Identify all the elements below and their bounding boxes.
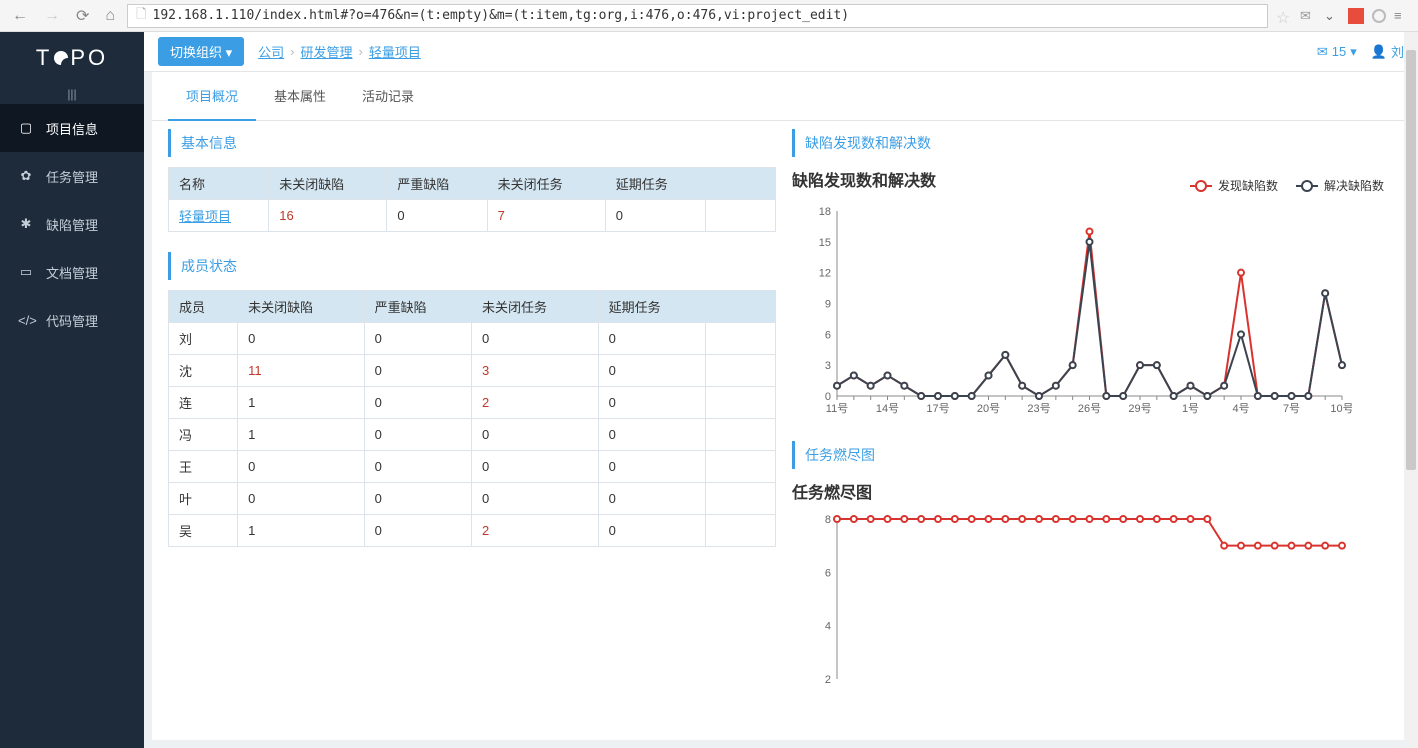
browser-menu-icon[interactable]: ≡ [1394, 8, 1410, 24]
svg-text:26号: 26号 [1078, 402, 1101, 415]
sidebar-item-label: 缺陷管理 [46, 215, 98, 234]
panel-title: 缺陷发现数和解决数 [792, 129, 1394, 157]
sidebar-item-project-info[interactable]: ▢ 项目信息 [0, 104, 144, 152]
back-button[interactable]: ← [8, 7, 32, 25]
burndown-panel: 任务燃尽图 任务燃尽图 2 4 6 8 [792, 441, 1394, 689]
tab-properties[interactable]: 基本属性 [256, 72, 344, 120]
caret-down-icon: ▾ [1350, 44, 1357, 60]
user-menu[interactable]: 👤 刘 [1371, 42, 1404, 61]
bookmark-icon[interactable]: ☆ [1276, 8, 1292, 24]
sidebar-item-docs[interactable]: ▭ 文档管理 [0, 248, 144, 296]
table-row: 叶0000 [169, 483, 776, 515]
sidebar-item-label: 代码管理 [46, 311, 98, 330]
folder-icon: ▭ [18, 264, 34, 280]
svg-text:17号: 17号 [926, 402, 949, 415]
breadcrumb-link[interactable]: 研发管理 [301, 42, 353, 61]
sidebar-item-label: 任务管理 [46, 167, 98, 186]
svg-text:0: 0 [825, 391, 831, 403]
table-row: 吴1020 [169, 515, 776, 547]
svg-text:7号: 7号 [1283, 402, 1300, 415]
svg-text:4号: 4号 [1232, 402, 1249, 415]
table-row: 沈11030 [169, 355, 776, 387]
mail-icon: ✉ [1317, 44, 1328, 60]
panel-title: 基本信息 [168, 129, 776, 157]
table-row: 冯1000 [169, 419, 776, 451]
sidebar-item-code[interactable]: </> 代码管理 [0, 296, 144, 344]
svg-text:1号: 1号 [1182, 402, 1199, 415]
code-icon: </> [18, 313, 34, 328]
svg-text:12: 12 [819, 268, 831, 280]
chart-title: 任务燃尽图 [792, 479, 1394, 503]
svg-text:11号: 11号 [826, 402, 848, 415]
scrollbar-thumb[interactable] [1406, 50, 1416, 470]
svg-text:18: 18 [819, 206, 831, 218]
home-button[interactable]: ⌂ [101, 7, 119, 25]
sidebar: TPO ||| ▢ 项目信息 ✿ 任务管理 ✱ 缺陷管理 ▭ 文档管理 </> … [0, 32, 144, 748]
url-bar[interactable]: 🗋 192.168.1.110/index.html#?o=476&n=(t:e… [127, 4, 1268, 28]
project-link[interactable]: 轻量项目 [179, 209, 231, 224]
sidebar-item-tasks[interactable]: ✿ 任务管理 [0, 152, 144, 200]
sidebar-toggle[interactable]: ||| [0, 84, 144, 104]
svg-text:6: 6 [825, 329, 831, 341]
svg-text:3: 3 [825, 360, 831, 372]
browser-chrome: ← → ⟳ ⌂ 🗋 192.168.1.110/index.html#?o=47… [0, 0, 1418, 32]
forward-button[interactable]: → [40, 7, 64, 25]
sidebar-item-label: 文档管理 [46, 263, 98, 282]
basic-info-table: 名称 未关闭缺陷 严重缺陷 未关闭任务 延期任务 轻量项目 16 0 [168, 167, 776, 232]
bug-icon: ✱ [18, 216, 34, 232]
mail-badge[interactable]: ✉ 15 ▾ [1317, 44, 1357, 60]
svg-text:4: 4 [825, 621, 831, 633]
svg-text:23号: 23号 [1027, 402, 1050, 415]
burndown-chart: 2 4 6 8 [792, 509, 1352, 689]
svg-text:2: 2 [825, 674, 831, 686]
logo: TPO [0, 32, 144, 84]
tab-activity[interactable]: 活动记录 [344, 72, 432, 120]
members-table: 成员 未关闭缺陷 严重缺陷 未关闭任务 延期任务 刘0000沈11030连102… [168, 290, 776, 547]
ext-pocket-icon[interactable]: ⌄ [1324, 8, 1340, 24]
defect-chart-panel: 缺陷发现数和解决数 缺陷发现数和解决数 发现缺陷数 解决缺陷数 03691215… [792, 129, 1394, 421]
svg-text:6: 6 [825, 567, 831, 579]
table-row: 轻量项目 16 0 7 0 [169, 200, 776, 232]
svg-text:15: 15 [819, 237, 831, 249]
members-panel: 成员状态 成员 未关闭缺陷 严重缺陷 未关闭任务 延期任务 刘0000沈1103… [168, 252, 776, 547]
panel-title: 任务燃尽图 [792, 441, 1394, 469]
defect-chart: 0 3 6 9 12 15 18 11号 14号 17号 20号 23号 26号 29号 1号 4号 7号 10号 [792, 201, 1352, 421]
user-icon: 👤 [1371, 44, 1387, 60]
svg-text:20号: 20号 [977, 402, 1000, 415]
svg-text:10号: 10号 [1330, 402, 1352, 415]
page-scrollbar[interactable] [1404, 32, 1418, 748]
table-row: 连1020 [169, 387, 776, 419]
breadcrumb-link[interactable]: 公司 [258, 42, 284, 61]
svg-text:9: 9 [825, 299, 831, 311]
chevron-right-icon: › [359, 44, 363, 59]
table-row: 王0000 [169, 451, 776, 483]
panel-title: 成员状态 [168, 252, 776, 280]
svg-text:8: 8 [825, 514, 831, 526]
ext-mail-icon[interactable]: ✉ [1300, 8, 1316, 24]
ext-red-icon[interactable] [1348, 8, 1364, 24]
project-icon: ▢ [18, 120, 34, 136]
sidebar-item-defects[interactable]: ✱ 缺陷管理 [0, 200, 144, 248]
chart-legend: 发现缺陷数 解决缺陷数 [1190, 177, 1384, 194]
sidebar-item-label: 项目信息 [46, 119, 98, 138]
svg-text:14号: 14号 [876, 402, 899, 415]
tab-overview[interactable]: 项目概况 [168, 72, 256, 121]
reload-button[interactable]: ⟳ [72, 6, 93, 26]
ext-circle-icon[interactable] [1372, 9, 1386, 23]
chevron-right-icon: › [290, 44, 294, 59]
table-row: 刘0000 [169, 323, 776, 355]
svg-text:29号: 29号 [1128, 402, 1151, 415]
switch-org-button[interactable]: 切换组织 ▾ [158, 37, 244, 66]
topbar: 切换组织 ▾ 公司 › 研发管理 › 轻量项目 ✉ 15 ▾ 👤 刘 [144, 32, 1418, 72]
breadcrumb: 公司 › 研发管理 › 轻量项目 [258, 42, 421, 61]
tasks-icon: ✿ [18, 168, 34, 184]
tabs: 项目概况 基本属性 活动记录 [152, 72, 1410, 121]
basic-info-panel: 基本信息 名称 未关闭缺陷 严重缺陷 未关闭任务 延期任务 [168, 129, 776, 232]
breadcrumb-link[interactable]: 轻量项目 [369, 42, 421, 61]
